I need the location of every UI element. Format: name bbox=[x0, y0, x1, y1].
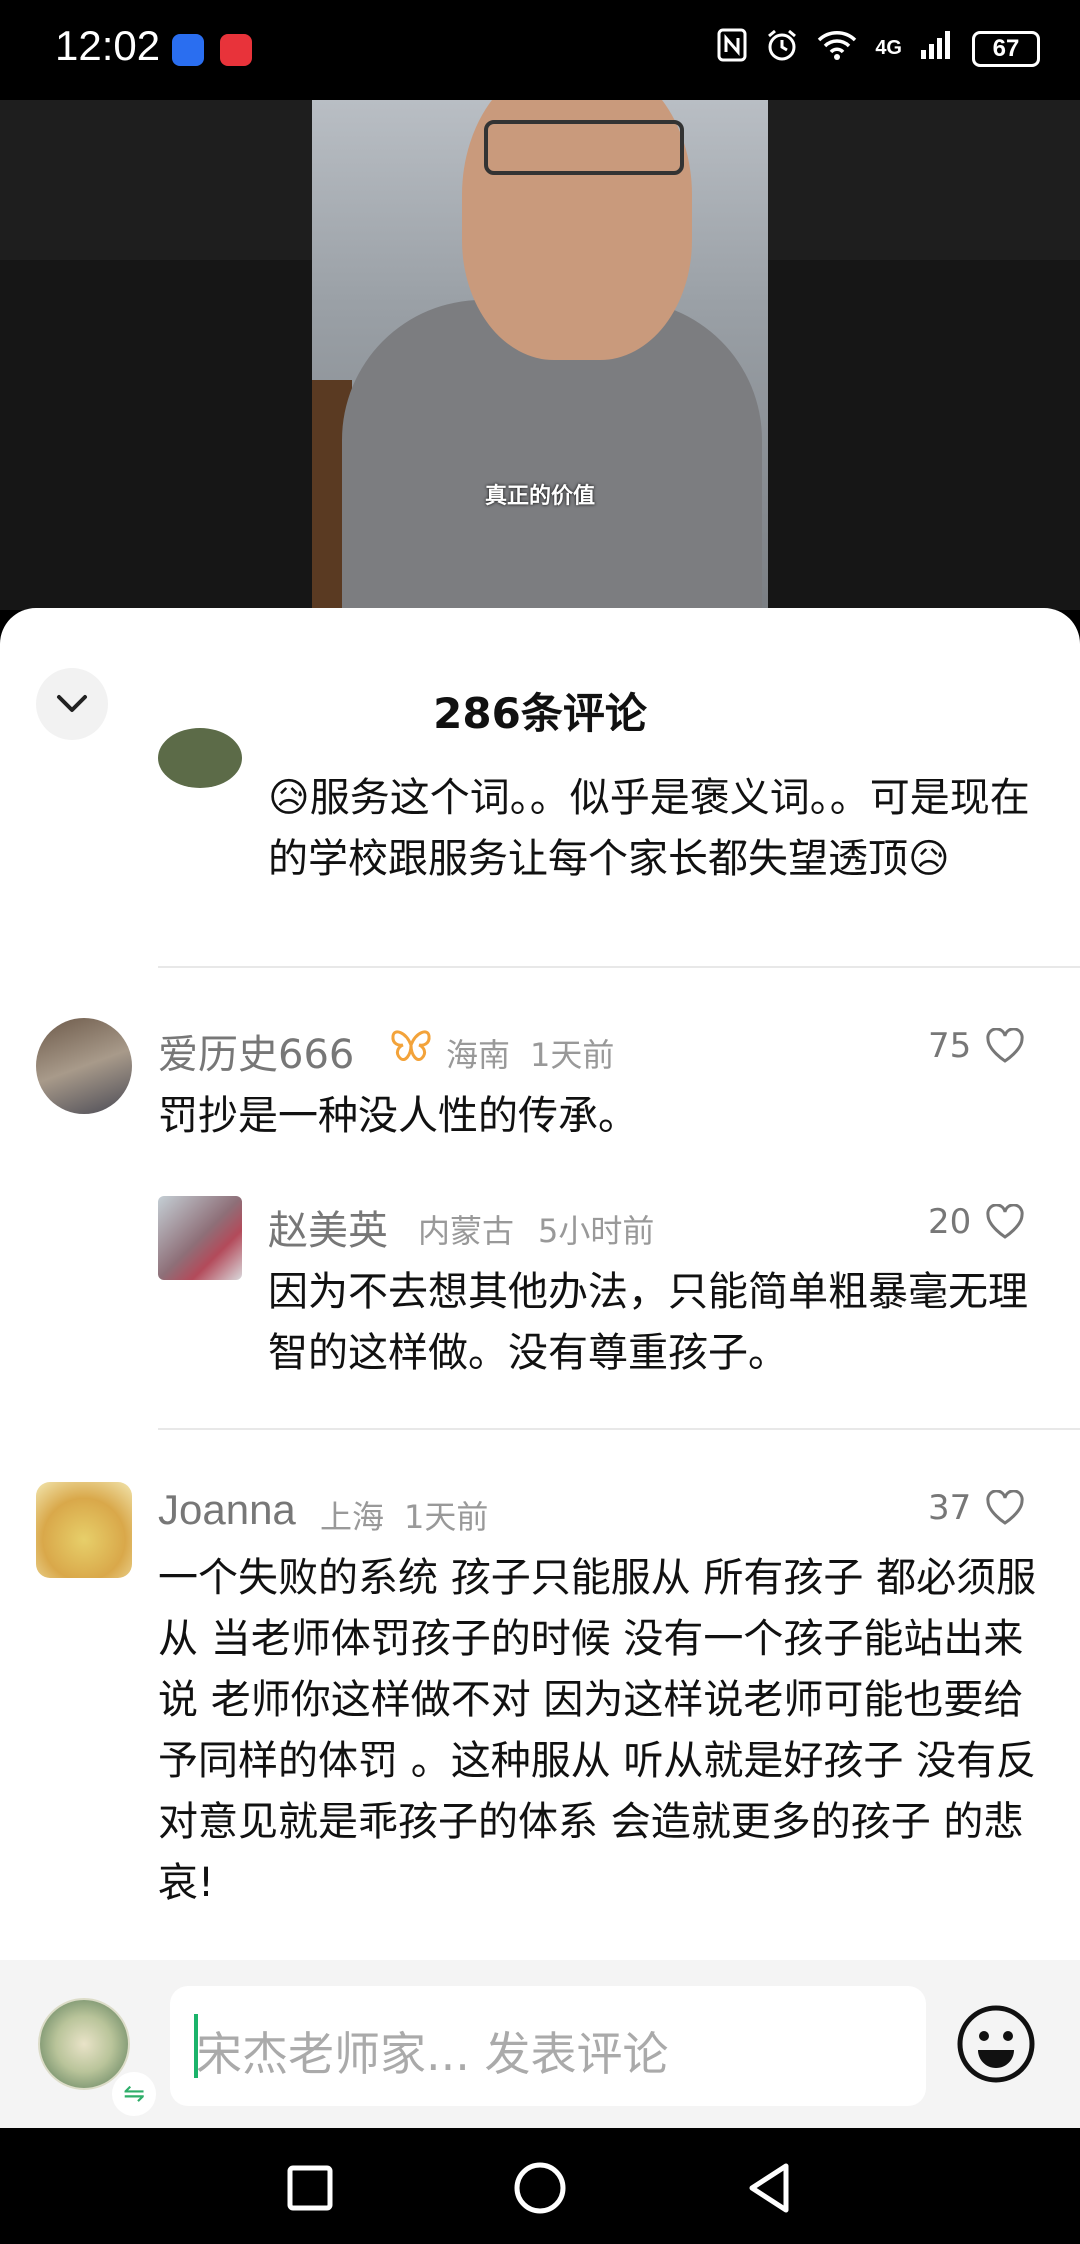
comments-count-title: 286条评论 bbox=[433, 689, 647, 738]
comment-username[interactable]: 赵美英 bbox=[268, 1198, 388, 1256]
app-notification-icon-red bbox=[220, 34, 252, 66]
comment-location: 海南 bbox=[446, 1036, 511, 1074]
like-count: 75 bbox=[928, 1026, 972, 1066]
alarm-icon bbox=[765, 28, 799, 69]
video-frame[interactable]: 真正的价值 bbox=[312, 100, 768, 610]
divider bbox=[158, 1428, 1080, 1430]
like-count: 37 bbox=[928, 1488, 972, 1528]
battery-indicator: 67 bbox=[972, 30, 1040, 67]
heart-icon bbox=[986, 1490, 1024, 1525]
comment-input[interactable]: 宋杰老师家... 发表评论 bbox=[170, 1986, 926, 2106]
my-avatar[interactable] bbox=[38, 1998, 130, 2090]
butterfly-icon bbox=[390, 1026, 432, 1068]
back-button[interactable] bbox=[740, 2158, 800, 2218]
comment-text[interactable]: 因为不去想其他办法，只能简单粗暴毫无理智的这样做。没有尊重孩子。 bbox=[268, 1262, 1038, 1384]
comments-header: 286条评论 bbox=[0, 608, 1080, 740]
like-count: 20 bbox=[928, 1202, 972, 1242]
comment-location: 上海 bbox=[320, 1498, 385, 1536]
network-type: 4G bbox=[875, 37, 902, 59]
comment-time: 1天前 bbox=[404, 1498, 489, 1536]
video-caption: 真正的价值 bbox=[484, 484, 595, 509]
comment-username[interactable]: Joanna bbox=[158, 1486, 296, 1534]
emoji-icon[interactable] bbox=[956, 2004, 1036, 2084]
switch-account-icon[interactable]: ⇋ bbox=[112, 2072, 156, 2116]
comments-sheet: 286条评论 😥服务这个词。。似乎是褒义词。。可是现在的学校跟服务让每个家长都失… bbox=[0, 608, 1080, 2128]
signal-icon bbox=[920, 30, 954, 67]
home-button[interactable] bbox=[510, 2158, 570, 2218]
like-button[interactable]: 75 bbox=[928, 1026, 1025, 1066]
heart-icon bbox=[986, 1028, 1024, 1063]
status-time: 12:02 bbox=[55, 22, 161, 69]
avatar[interactable] bbox=[158, 728, 242, 788]
app-notification-icon bbox=[172, 34, 204, 66]
avatar[interactable] bbox=[158, 1196, 242, 1280]
like-button[interactable]: 37 bbox=[928, 1488, 1025, 1528]
status-bar: 12:02 4G 67 bbox=[0, 0, 1080, 100]
comment-time: 1天前 bbox=[530, 1036, 615, 1074]
comment-username[interactable]: 爱历史666 bbox=[158, 1022, 354, 1080]
avatar[interactable] bbox=[36, 1018, 132, 1114]
comment-text[interactable]: 一个失败的系统 孩子只能服从 所有孩子 都必须服从 当老师体罚孩子的时候 没有一… bbox=[158, 1548, 1038, 1914]
avatar[interactable] bbox=[36, 1482, 132, 1578]
comment-time: 5小时前 bbox=[538, 1212, 655, 1250]
comment-input-bar: ⇋ 宋杰老师家... 发表评论 bbox=[0, 1960, 1080, 2128]
comment-text[interactable]: 😥服务这个词。。似乎是褒义词。。可是现在的学校跟服务让每个家长都失望透顶😥 bbox=[268, 768, 1038, 890]
system-nav-bar bbox=[0, 2128, 1080, 2244]
comment-location: 内蒙古 bbox=[418, 1212, 515, 1250]
nfc-icon bbox=[717, 28, 747, 69]
comment-input-placeholder: 宋杰老师家... 发表评论 bbox=[196, 2027, 669, 2081]
like-button[interactable]: 20 bbox=[928, 1202, 1025, 1242]
comment-text[interactable]: 罚抄是一种没人性的传承。 bbox=[158, 1086, 1038, 1147]
wifi-icon bbox=[817, 30, 857, 67]
heart-icon bbox=[986, 1204, 1024, 1239]
recents-button[interactable] bbox=[280, 2158, 340, 2218]
divider bbox=[158, 966, 1080, 968]
video-player[interactable]: 真正的价值 bbox=[0, 100, 1080, 610]
